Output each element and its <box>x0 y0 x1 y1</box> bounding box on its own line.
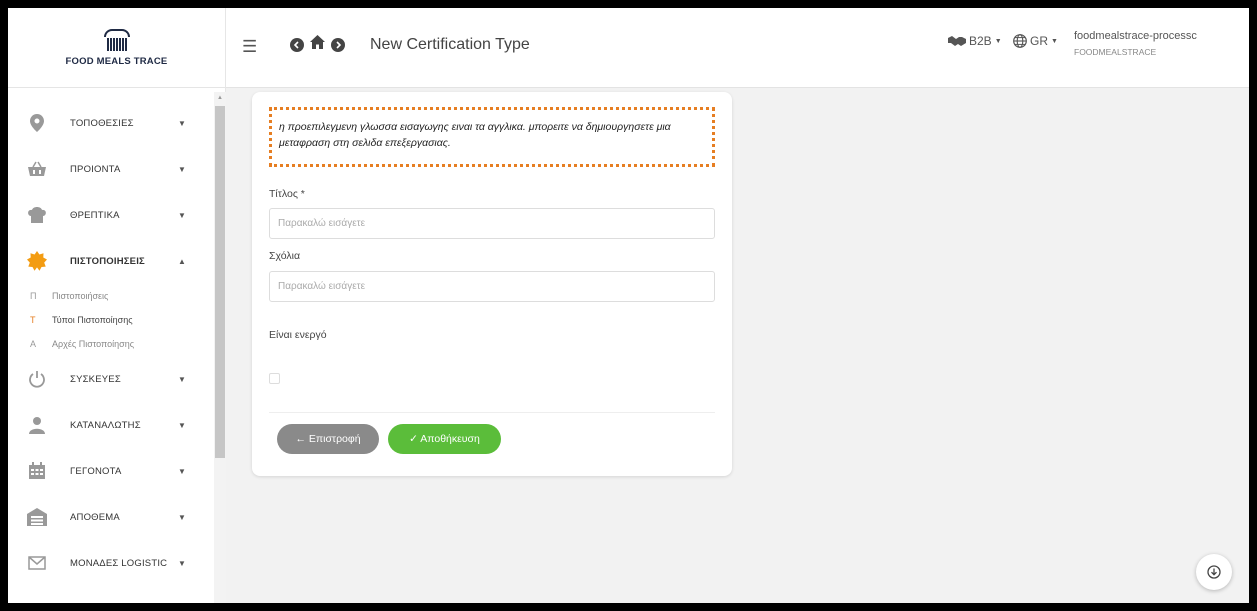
sidebar-scrollbar-thumb[interactable] <box>215 106 225 458</box>
caret-down-icon: ▼ <box>178 466 186 476</box>
arrow-down-circle-icon <box>1207 565 1221 579</box>
caret-down-icon: ▼ <box>178 210 186 220</box>
caret-down-icon: ▼ <box>178 164 186 174</box>
logo[interactable]: FOOD MEALS TRACE <box>8 8 225 88</box>
save-button[interactable]: ✓ Αποθήκευση <box>388 424 501 454</box>
forward-arrow-icon[interactable] <box>331 38 345 52</box>
submenu-item-certifications[interactable]: Π Πιστοποιήσεις <box>8 284 225 308</box>
location-pin-icon <box>26 112 48 134</box>
globe-icon <box>1013 34 1027 48</box>
home-icon[interactable] <box>310 35 325 53</box>
app-window: FOOD MEALS TRACE ΤΟΠΟΘΕΣΙΕΣ ▼ ΠΡΟΙΟΝΤΑ ▼ <box>8 8 1249 603</box>
scroll-down-button[interactable] <box>1196 554 1232 590</box>
active-label: Είναι ενεργό <box>269 329 327 341</box>
submenu-label: Αρχές Πιστοποίησης <box>52 339 135 349</box>
caret-down-icon: ▼ <box>994 37 1002 45</box>
submenu-letter: Α <box>30 339 37 349</box>
language-label: GR <box>1030 34 1048 48</box>
back-arrow-icon[interactable] <box>290 38 304 52</box>
page-title: New Certification Type <box>370 36 530 53</box>
submenu-label: Πιστοποιήσεις <box>52 291 109 301</box>
envelope-icon <box>26 552 48 574</box>
sidebar-item-label: ΚΑΤΑΝΑΛΩΤΗΣ <box>70 419 141 431</box>
title-input[interactable] <box>269 208 715 239</box>
submenu-item-certification-authorities[interactable]: Α Αρχές Πιστοποίησης <box>8 332 225 356</box>
b2b-label: B2B <box>969 34 992 48</box>
caret-down-icon: ▼ <box>178 374 186 384</box>
submenu-label: Τύποι Πιστοποίησης <box>52 315 133 325</box>
warehouse-icon <box>26 506 48 528</box>
sidebar-item-logistic-units[interactable]: ΜΟΝΑΔΕΣ LOGISTIC ▼ <box>8 540 225 586</box>
submenu-letter: Τ <box>30 315 36 325</box>
caret-down-icon: ▼ <box>1051 37 1058 45</box>
form-divider <box>269 412 715 413</box>
handshake-icon <box>948 36 966 46</box>
sidebar-item-locations[interactable]: ΤΟΠΟΘΕΣΙΕΣ ▼ <box>8 100 225 146</box>
sidebar-item-certifications[interactable]: ΠΙΣΤΟΠΟΙΗΣΕΙΣ ▲ <box>8 238 225 284</box>
caret-down-icon: ▼ <box>178 420 186 430</box>
sidebar-menu: ΤΟΠΟΘΕΣΙΕΣ ▼ ΠΡΟΙΟΝΤΑ ▼ ΘΡΕΠΤΙΚΑ ▼ ΠΙΣΤΟ… <box>8 88 225 603</box>
b2b-dropdown[interactable]: B2B ▼ <box>948 34 1002 48</box>
sidebar-item-label: ΠΙΣΤΟΠΟΙΗΣΕΙΣ <box>70 255 145 267</box>
user-menu[interactable]: foodmealstrace-processc FOODMEALSTRACE <box>1074 30 1197 57</box>
sidebar-item-consumer[interactable]: ΚΑΤΑΝΑΛΩΤΗΣ ▼ <box>8 402 225 448</box>
user-icon <box>26 414 48 436</box>
sidebar-item-label: ΜΟΝΑΔΕΣ LOGISTIC <box>70 557 168 569</box>
back-button[interactable]: ← Επιστροφή <box>277 424 379 454</box>
caret-up-icon: ▲ <box>178 256 186 266</box>
power-icon <box>26 368 48 390</box>
active-checkbox[interactable] <box>269 373 280 384</box>
language-notice: η προεπιλεγμενη γλωσσα εισαγωγης ειναι τ… <box>269 107 715 167</box>
sidebar: FOOD MEALS TRACE ΤΟΠΟΘΕΣΙΕΣ ▼ ΠΡΟΙΟΝΤΑ ▼ <box>8 8 226 603</box>
basket-icon <box>26 158 48 180</box>
sidebar-item-label: ΣΥΣΚΕΥΕΣ <box>70 373 121 385</box>
sidebar-item-products[interactable]: ΠΡΟΙΟΝΤΑ ▼ <box>8 146 225 192</box>
certification-type-form-card: η προεπιλεγμενη γλωσσα εισαγωγης ειναι τ… <box>252 92 732 476</box>
comments-input[interactable] <box>269 271 715 302</box>
barcode-logo-icon <box>103 28 130 51</box>
certificate-badge-icon <box>26 250 48 272</box>
submenu-letter: Π <box>30 291 37 301</box>
chef-hat-icon <box>26 204 48 226</box>
username: foodmealstrace-processc <box>1074 30 1197 42</box>
sidebar-item-label: ΤΟΠΟΘΕΣΙΕΣ <box>70 117 134 129</box>
caret-down-icon: ▼ <box>178 512 186 522</box>
caret-down-icon: ▼ <box>178 558 186 568</box>
sidebar-item-inventory[interactable]: ΑΠΟΘΕΜΑ ▼ <box>8 494 225 540</box>
submenu-item-certification-types[interactable]: Τ Τύποι Πιστοποίησης <box>8 308 225 332</box>
sidebar-item-devices[interactable]: ΣΥΣΚΕΥΕΣ ▼ <box>8 356 225 402</box>
top-header: ☰ New Certification Type B2B ▼ GR ▼ food… <box>226 8 1249 88</box>
organization-name: FOODMEALSTRACE <box>1074 47 1157 57</box>
sidebar-item-label: ΠΡΟΙΟΝΤΑ <box>70 163 121 175</box>
language-dropdown[interactable]: GR ▼ <box>1013 34 1058 48</box>
scroll-up-arrow-icon[interactable]: ▲ <box>217 95 223 101</box>
logo-text: FOOD MEALS TRACE <box>65 55 168 67</box>
sidebar-item-label: ΘΡΕΠΤΙΚΑ <box>70 209 120 221</box>
calendar-icon <box>26 460 48 482</box>
caret-down-icon: ▼ <box>178 118 186 128</box>
title-label: Τίτλος * <box>269 188 305 200</box>
sidebar-item-events[interactable]: ΓΕΓΟΝΟΤΑ ▼ <box>8 448 225 494</box>
comments-label: Σχόλια <box>269 250 301 262</box>
sidebar-item-label: ΓΕΓΟΝΟΤΑ <box>70 465 122 477</box>
hamburger-menu-icon[interactable]: ☰ <box>242 37 257 57</box>
sidebar-item-nutrition[interactable]: ΘΡΕΠΤΙΚΑ ▼ <box>8 192 225 238</box>
sidebar-item-label: ΑΠΟΘΕΜΑ <box>70 511 120 523</box>
